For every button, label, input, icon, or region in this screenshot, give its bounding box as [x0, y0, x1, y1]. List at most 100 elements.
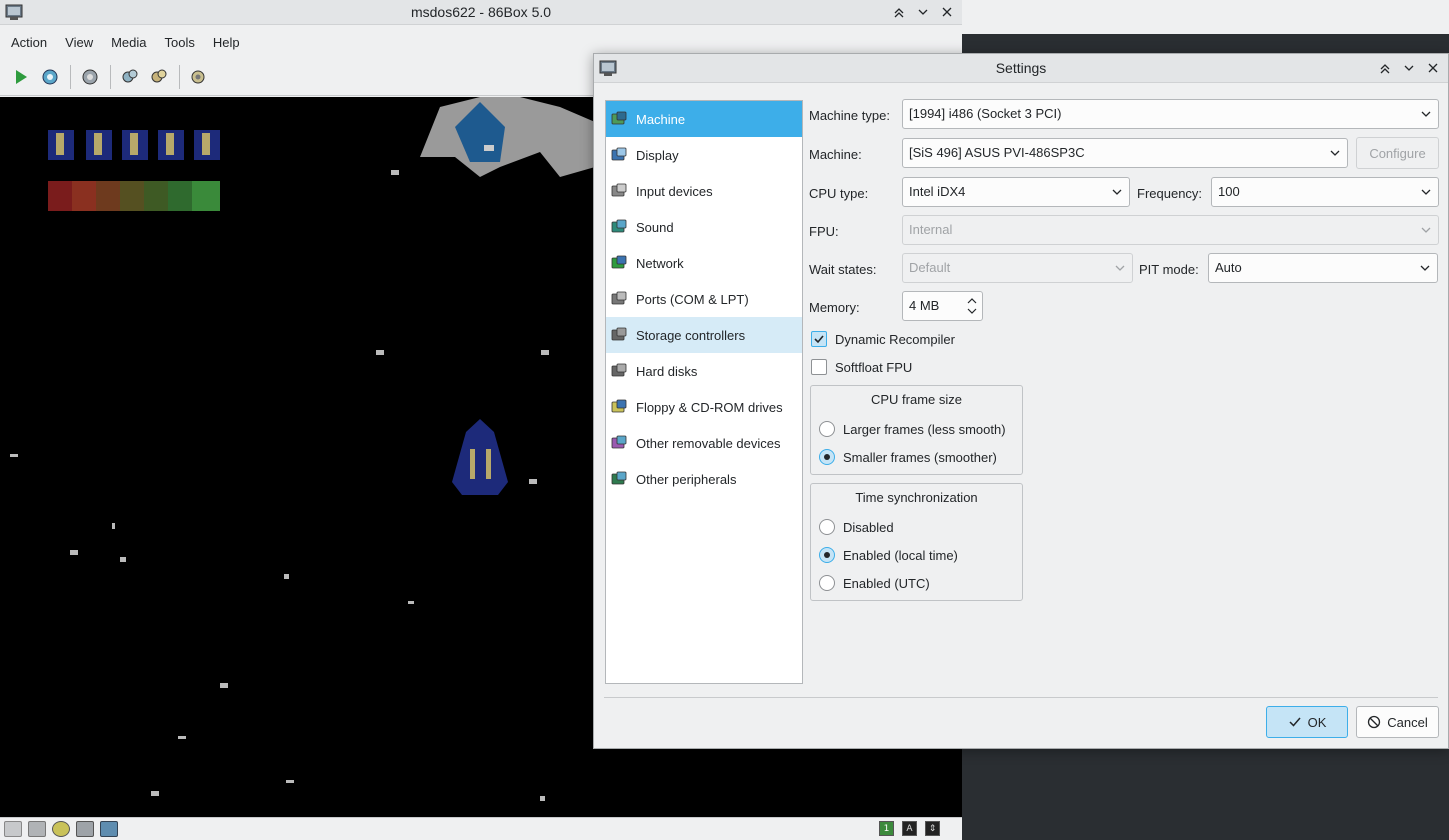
- fpu-select[interactable]: Internal: [902, 215, 1439, 245]
- ok-button[interactable]: OK: [1266, 706, 1348, 738]
- dynamic-recompiler-checkbox[interactable]: Dynamic Recompiler: [811, 331, 955, 347]
- cpu-type-select[interactable]: Intel iDX4: [902, 177, 1130, 207]
- wait-states-select[interactable]: Default: [902, 253, 1133, 283]
- chevron-down-icon: [1115, 265, 1125, 271]
- display-icon: [610, 146, 628, 164]
- sidebar-item-hard-disks[interactable]: Hard disks: [606, 353, 802, 389]
- ok-label: OK: [1307, 714, 1327, 730]
- radio-time-local[interactable]: Enabled (local time): [819, 547, 958, 563]
- close-button[interactable]: [938, 3, 956, 21]
- larger-frames-label: Larger frames (less smooth): [843, 421, 1006, 437]
- floppy-cdrom-icon: [610, 398, 628, 416]
- machine-icon: [610, 110, 628, 128]
- pit-mode-select[interactable]: Auto: [1208, 253, 1438, 283]
- spin-arrows-icon[interactable]: [966, 295, 978, 317]
- sidebar-item-storage-controllers[interactable]: Storage controllers: [606, 317, 802, 353]
- time-sync-group: Time synchronization Disabled Enabled (l…: [810, 483, 1023, 601]
- sidebar-item-input-devices[interactable]: Input devices: [606, 173, 802, 209]
- cpu-type-value: Intel iDX4: [909, 184, 966, 199]
- menu-media[interactable]: Media: [104, 31, 153, 54]
- main-window-title: msdos622 - 86Box 5.0: [410, 4, 552, 20]
- sidebar-item-label: Hard disks: [636, 363, 698, 379]
- chevron-down-icon: [1421, 111, 1431, 117]
- minimize-button[interactable]: [914, 3, 932, 21]
- play-icon[interactable]: [8, 64, 34, 90]
- reset-icon[interactable]: [37, 64, 63, 90]
- radio-time-utc[interactable]: Enabled (UTC): [819, 575, 930, 591]
- machine-select[interactable]: [SiS 496] ASUS PVI-486SP3C: [902, 138, 1348, 168]
- scroll-lock-indicator: ⇕: [925, 821, 940, 836]
- cpu-frame-size-group: CPU frame size Larger frames (less smoot…: [810, 385, 1023, 475]
- memory-value: 4 MB: [909, 298, 940, 313]
- ctrl-alt-del-icon[interactable]: [77, 64, 103, 90]
- sidebar-item-other-peripherals[interactable]: Other peripherals: [606, 461, 802, 497]
- main-titlebar[interactable]: msdos622 - 86Box 5.0: [0, 0, 962, 25]
- pause-icon[interactable]: [117, 64, 143, 90]
- chevron-down-icon: [1421, 189, 1431, 195]
- sound-icon: [610, 218, 628, 236]
- floppy-status-icon[interactable]: [4, 821, 22, 837]
- time-local-label: Enabled (local time): [843, 547, 958, 563]
- sidebar-item-label: Display: [636, 147, 679, 163]
- hard-disk-status-icon[interactable]: [76, 821, 94, 837]
- time-disabled-label: Disabled: [843, 519, 894, 535]
- pit-mode-label: PIT mode:: [1139, 262, 1199, 277]
- radio-larger-frames[interactable]: Larger frames (less smooth): [819, 421, 1006, 437]
- dynamic-recompiler-label: Dynamic Recompiler: [835, 331, 955, 347]
- chevron-down-icon: [1420, 265, 1430, 271]
- statusbar: 1 A ⇕: [0, 817, 962, 840]
- settings-keep-above-button[interactable]: [1376, 59, 1394, 77]
- hard-reset-icon[interactable]: [186, 64, 212, 90]
- keep-above-button[interactable]: [890, 3, 908, 21]
- wait-states-value: Default: [909, 260, 951, 275]
- sidebar-item-sound[interactable]: Sound: [606, 209, 802, 245]
- cancel-icon: [1368, 715, 1381, 729]
- sidebar-item-floppy-cd-rom-drives[interactable]: Floppy & CD-ROM drives: [606, 389, 802, 425]
- wait-states-label: Wait states:: [809, 262, 877, 277]
- settings-icon[interactable]: [146, 64, 172, 90]
- machine-type-value: [1994] i486 (Socket 3 PCI): [909, 106, 1062, 121]
- sidebar-item-label: Other removable devices: [636, 435, 781, 451]
- memory-label: Memory:: [809, 300, 860, 315]
- sidebar-item-network[interactable]: Network: [606, 245, 802, 281]
- peripherals-icon: [610, 470, 628, 488]
- checkmark-icon: [1289, 717, 1301, 727]
- input-devices-icon: [610, 182, 628, 200]
- machine-label: Machine:: [809, 147, 862, 162]
- radio-smaller-frames[interactable]: Smaller frames (smoother): [819, 449, 997, 465]
- sidebar-item-machine[interactable]: Machine: [606, 101, 802, 137]
- ports-icon: [610, 290, 628, 308]
- cdrom-status-icon[interactable]: [52, 821, 70, 837]
- cancel-button[interactable]: Cancel: [1356, 706, 1439, 738]
- sound-status-icon[interactable]: [100, 821, 118, 837]
- frequency-select[interactable]: 100: [1211, 177, 1439, 207]
- sidebar-item-label: Floppy & CD-ROM drives: [636, 399, 783, 415]
- sidebar-item-ports-com-lpt[interactable]: Ports (COM & LPT): [606, 281, 802, 317]
- menu-action[interactable]: Action: [4, 31, 54, 54]
- settings-minimize-button[interactable]: [1400, 59, 1418, 77]
- menu-tools[interactable]: Tools: [158, 31, 202, 54]
- radio-time-disabled[interactable]: Disabled: [819, 519, 894, 535]
- settings-close-button[interactable]: [1424, 59, 1442, 77]
- sidebar-item-label: Machine: [636, 111, 686, 127]
- settings-titlebar[interactable]: Settings: [594, 54, 1448, 83]
- softfloat-fpu-checkbox[interactable]: Softfloat FPU: [811, 359, 912, 375]
- machine-type-select[interactable]: [1994] i486 (Socket 3 PCI): [902, 99, 1439, 129]
- num-lock-indicator: 1: [879, 821, 894, 836]
- machine-value: [SiS 496] ASUS PVI-486SP3C: [909, 145, 1085, 160]
- sidebar-item-display[interactable]: Display: [606, 137, 802, 173]
- configure-button[interactable]: Configure: [1356, 137, 1439, 169]
- network-icon: [610, 254, 628, 272]
- machine-type-label: Machine type:: [809, 108, 890, 123]
- sidebar-item-label: Sound: [636, 219, 674, 235]
- sidebar-item-other-removable-devices[interactable]: Other removable devices: [606, 425, 802, 461]
- memory-spinbox[interactable]: 4 MB: [902, 291, 983, 321]
- dynamic-recompiler-check-icon: [811, 331, 827, 347]
- settings-title: Settings: [995, 60, 1047, 76]
- background-window-top: [962, 0, 1449, 34]
- floppy-b-status-icon[interactable]: [28, 821, 46, 837]
- caps-lock-indicator: A: [902, 821, 917, 836]
- hard-disk-icon: [610, 362, 628, 380]
- menu-help[interactable]: Help: [206, 31, 247, 54]
- menu-view[interactable]: View: [58, 31, 100, 54]
